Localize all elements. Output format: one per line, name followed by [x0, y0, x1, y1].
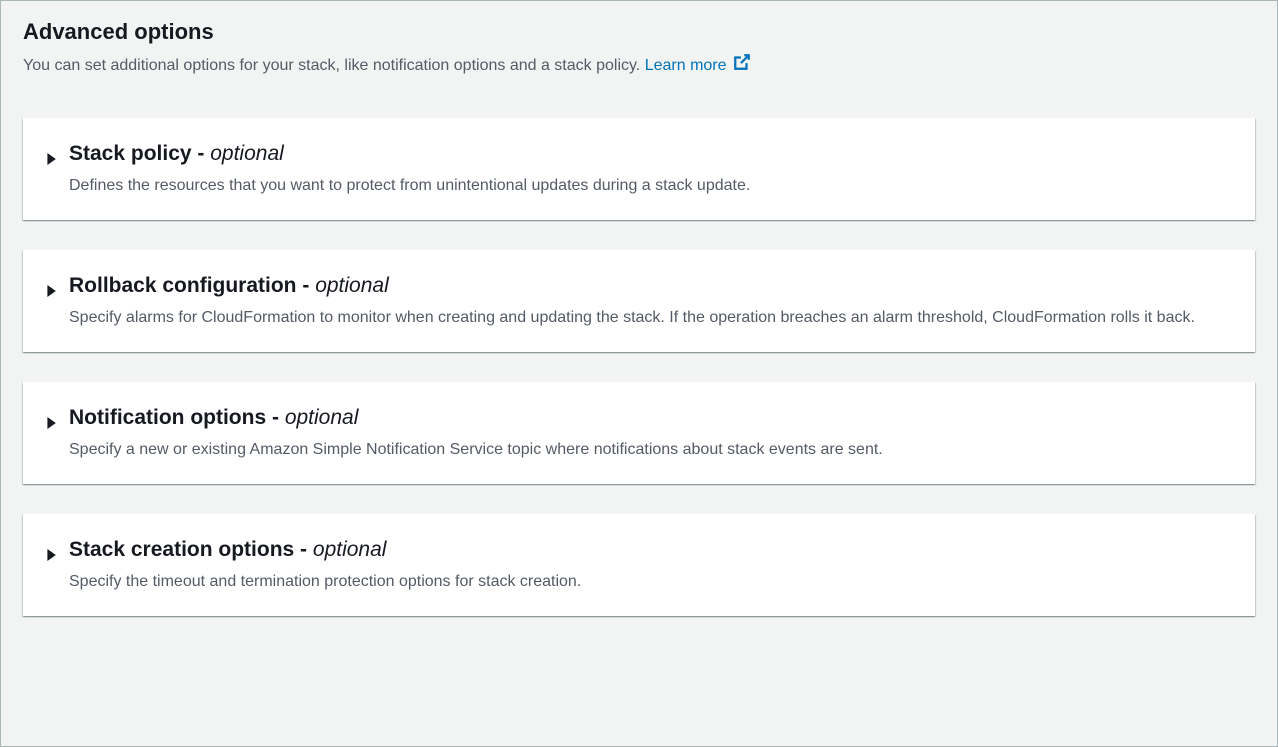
advanced-options-panel: Advanced options You can set additional …	[0, 0, 1278, 747]
caret-right-icon	[45, 416, 57, 434]
panel-header: Advanced options You can set additional …	[1, 1, 1277, 92]
section-rollback-configuration: Rollback configuration - optional Specif…	[23, 250, 1255, 352]
section-description: Specify alarms for CloudFormation to mon…	[69, 306, 1233, 330]
section-title: Rollback configuration - optional	[69, 274, 1233, 298]
section-title-dash: -	[192, 142, 211, 165]
section-title: Stack policy - optional	[69, 142, 1233, 166]
sections-container: Stack policy - optional Defines the reso…	[1, 118, 1277, 638]
section-stack-policy: Stack policy - optional Defines the reso…	[23, 118, 1255, 220]
section-content: Notification options - optional Specify …	[69, 406, 1233, 462]
panel-subtitle: You can set additional options for your …	[23, 53, 1255, 78]
caret-right-icon	[45, 548, 57, 566]
section-optional-label: optional	[313, 538, 387, 561]
section-optional-label: optional	[285, 406, 359, 429]
section-title: Stack creation options - optional	[69, 538, 1233, 562]
section-title-text: Rollback configuration	[69, 274, 297, 297]
section-content: Stack policy - optional Defines the reso…	[69, 142, 1233, 198]
section-toggle-stack-policy[interactable]: Stack policy - optional Defines the reso…	[45, 142, 1233, 198]
caret-right-icon	[45, 284, 57, 302]
section-notification-options: Notification options - optional Specify …	[23, 382, 1255, 484]
section-title-dash: -	[294, 538, 313, 561]
section-content: Rollback configuration - optional Specif…	[69, 274, 1233, 330]
subtitle-text: You can set additional options for your …	[23, 57, 640, 74]
section-optional-label: optional	[210, 142, 284, 165]
section-optional-label: optional	[315, 274, 389, 297]
section-title-dash: -	[266, 406, 285, 429]
section-description: Defines the resources that you want to p…	[69, 174, 1233, 198]
section-content: Stack creation options - optional Specif…	[69, 538, 1233, 594]
external-link-icon	[733, 53, 751, 78]
panel-title: Advanced options	[23, 19, 1255, 45]
section-description: Specify the timeout and termination prot…	[69, 570, 1233, 594]
section-description: Specify a new or existing Amazon Simple …	[69, 438, 1233, 462]
section-stack-creation-options: Stack creation options - optional Specif…	[23, 514, 1255, 616]
section-title-text: Stack policy	[69, 142, 192, 165]
section-toggle-rollback-configuration[interactable]: Rollback configuration - optional Specif…	[45, 274, 1233, 330]
section-title-text: Stack creation options	[69, 538, 294, 561]
section-toggle-notification-options[interactable]: Notification options - optional Specify …	[45, 406, 1233, 462]
learn-more-link[interactable]: Learn more	[645, 57, 751, 74]
section-toggle-stack-creation-options[interactable]: Stack creation options - optional Specif…	[45, 538, 1233, 594]
section-title: Notification options - optional	[69, 406, 1233, 430]
section-title-text: Notification options	[69, 406, 266, 429]
section-title-dash: -	[297, 274, 316, 297]
learn-more-text: Learn more	[645, 57, 727, 74]
caret-right-icon	[45, 152, 57, 170]
